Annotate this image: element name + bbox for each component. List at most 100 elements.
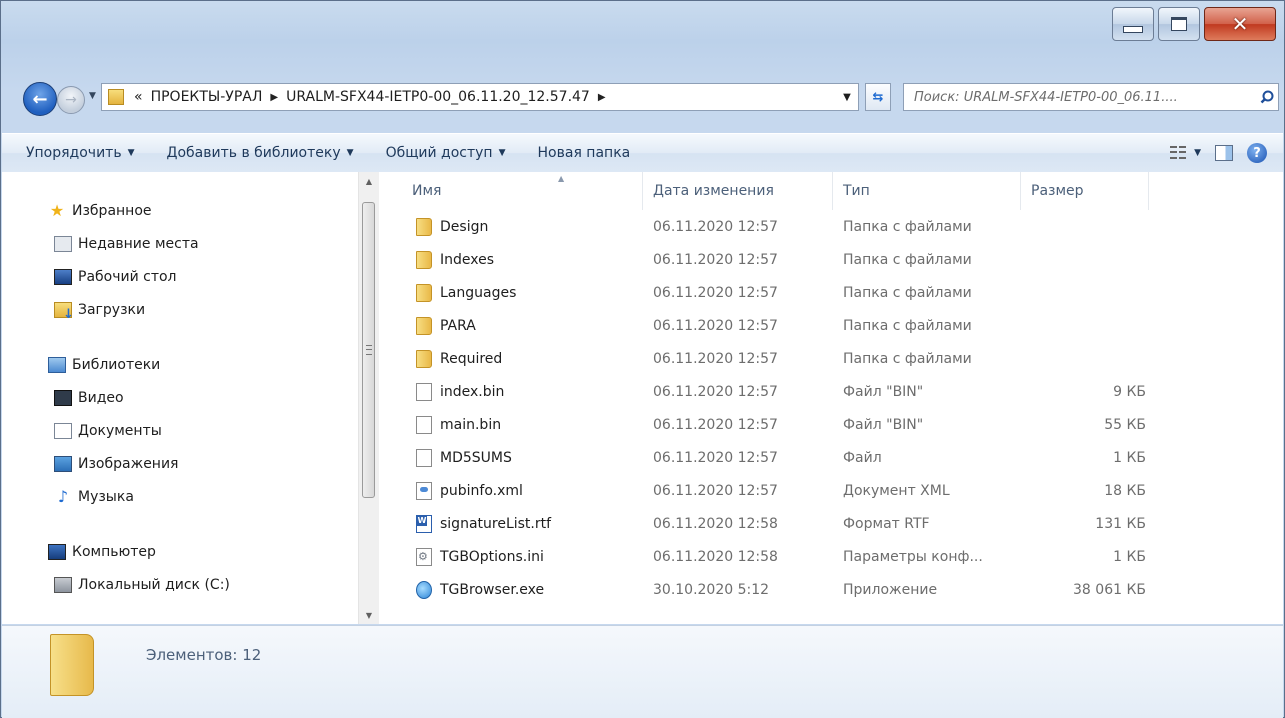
refresh-button[interactable]: ⇆ [865, 83, 891, 111]
navigation-pane: ★ Избранное Недавние места Рабочий стол З… [2, 172, 358, 624]
nav-recent-places[interactable]: Недавние места [2, 227, 358, 260]
file-type: Папка с файлами [843, 350, 972, 367]
star-icon: ★ [49, 201, 65, 220]
file-name: Languages [440, 284, 517, 301]
nav-desktop[interactable]: Рабочий стол [2, 260, 358, 293]
nav-documents[interactable]: Документы [2, 414, 358, 447]
file-type: Папка с файлами [843, 284, 972, 301]
file-name: pubinfo.xml [440, 482, 523, 499]
share-button[interactable]: Общий доступ ▼ [370, 145, 522, 161]
nav-local-disk[interactable]: Локальный диск (C:) [2, 568, 358, 601]
file-type: Документ XML [843, 482, 950, 499]
file-date: 06.11.2020 12:57 [653, 218, 778, 235]
folder-icon [416, 316, 432, 335]
file-name-cell: index.bin [380, 382, 643, 401]
breadcrumb-arrow-icon[interactable]: ▶ [594, 92, 610, 103]
file-icon [416, 448, 432, 467]
nav-label: Музыка [78, 488, 134, 505]
disk-icon [54, 576, 72, 593]
file-row[interactable]: index.bin 06.11.2020 12:57 Файл "BIN" 9 КБ [380, 375, 1283, 408]
file-row[interactable]: main.bin 06.11.2020 12:57 Файл "BIN" 55 КБ [380, 408, 1283, 441]
file-date: 06.11.2020 12:57 [653, 383, 778, 400]
file-name: TGBOptions.ini [440, 548, 544, 565]
minimize-button[interactable] [1112, 7, 1154, 41]
nav-favorites[interactable]: ★ Избранное [2, 194, 358, 227]
file-type: Папка с файлами [843, 251, 972, 268]
maximize-button[interactable] [1158, 7, 1200, 41]
search-input[interactable] [904, 89, 1256, 105]
breadcrumb-arrow-icon[interactable]: ▶ [266, 92, 282, 103]
images-icon [54, 455, 72, 472]
documents-icon [54, 422, 72, 439]
nav-computer[interactable]: Компьютер [2, 535, 358, 568]
new-folder-label: Новая папка [537, 145, 631, 161]
search-icon[interactable] [1256, 86, 1278, 108]
forward-button[interactable]: → [57, 86, 85, 114]
file-name-cell: signatureList.rtf [380, 514, 643, 533]
file-row[interactable]: Design 06.11.2020 12:57 Папка с файлами [380, 210, 1283, 243]
file-name: Design [440, 218, 489, 235]
address-dropdown-button[interactable]: ▼ [835, 92, 858, 103]
scroll-down-icon[interactable]: ▼ [359, 606, 379, 624]
file-name-cell: MD5SUMS [380, 448, 643, 467]
file-row[interactable]: MD5SUMS 06.11.2020 12:57 Файл 1 КБ [380, 441, 1283, 474]
help-icon[interactable]: ? [1247, 143, 1267, 163]
address-bar[interactable]: « ПРОЕКТЫ-УРАЛ ▶ URALM-SFX44-IETP0-00_06… [101, 83, 859, 111]
file-row[interactable]: Languages 06.11.2020 12:57 Папка с файлами [380, 276, 1283, 309]
file-size: 55 КБ [1104, 416, 1146, 433]
file-row[interactable]: Required 06.11.2020 12:57 Папка с файлами [380, 342, 1283, 375]
back-button[interactable]: ← [23, 82, 57, 116]
computer-icon [48, 543, 66, 560]
nav-downloads[interactable]: Загрузки [2, 293, 358, 326]
nav-label: Библиотеки [72, 356, 161, 373]
forward-arrow-icon: → [65, 92, 77, 108]
file-type: Папка с файлами [843, 317, 972, 334]
close-button[interactable]: ✕ [1204, 7, 1276, 41]
file-row[interactable]: TGBOptions.ini 06.11.2020 12:58 Параметры … [380, 540, 1283, 573]
sort-ascending-icon: ▲ [558, 174, 565, 183]
file-row[interactable]: pubinfo.xml 06.11.2020 12:57 Документ XML 1… [380, 474, 1283, 507]
new-folder-button[interactable]: Новая папка [522, 145, 647, 161]
scroll-up-icon[interactable]: ▲ [359, 172, 379, 190]
add-to-library-button[interactable]: Добавить в библиотеку ▼ [151, 145, 370, 161]
file-name-cell: TGBOptions.ini [380, 547, 643, 566]
nav-music[interactable]: ♪ Музыка [2, 480, 358, 513]
nav-label: Компьютер [72, 543, 156, 560]
file-date: 06.11.2020 12:58 [653, 548, 778, 565]
file-row[interactable]: Indexes 06.11.2020 12:57 Папка с файлами [380, 243, 1283, 276]
nav-libraries[interactable]: Библиотеки [2, 348, 358, 381]
organize-button[interactable]: Упорядочить ▼ [2, 145, 151, 161]
column-header-type[interactable]: Тип [833, 172, 1021, 210]
preview-pane-button[interactable] [1215, 145, 1233, 161]
folder-large-icon [50, 634, 94, 696]
breadcrumb-segment[interactable]: ПРОЕКТЫ-УРАЛ [147, 89, 267, 105]
file-row[interactable]: TGBrowser.exe 30.10.2020 5:12 Приложение 38… [380, 573, 1283, 606]
navpane-scrollbar[interactable]: ▲ ▼ [358, 172, 379, 624]
column-header-date[interactable]: Дата изменения [643, 172, 833, 210]
refresh-icon: ⇆ [872, 89, 884, 105]
breadcrumb-segment[interactable]: URALM-SFX44-IETP0-00_06.11.20_12.57.47 [282, 89, 594, 105]
file-row[interactable]: PARA 06.11.2020 12:57 Папка с файлами [380, 309, 1283, 342]
nav-video[interactable]: Видео [2, 381, 358, 414]
file-date: 06.11.2020 12:57 [653, 416, 778, 433]
scrollbar-thumb[interactable] [362, 202, 375, 498]
history-dropdown-button[interactable]: ▼ [89, 91, 96, 101]
nav-images[interactable]: Изображения [2, 447, 358, 480]
file-date: 30.10.2020 5:12 [653, 581, 770, 598]
search-box[interactable] [903, 83, 1279, 111]
nav-label: Локальный диск (C:) [78, 576, 230, 593]
nav-label: Рабочий стол [78, 268, 177, 285]
column-header-name[interactable]: Имя [380, 172, 643, 210]
file-type: Параметры конф... [843, 548, 983, 565]
downloads-icon [54, 301, 74, 322]
address-overflow[interactable]: « [130, 89, 147, 105]
file-row[interactable]: signatureList.rtf 06.11.2020 12:58 Формат … [380, 507, 1283, 540]
file-name: PARA [440, 317, 476, 334]
nav-label: Документы [78, 422, 162, 439]
file-name: main.bin [440, 416, 502, 433]
maximize-icon [1171, 17, 1187, 31]
column-header-size[interactable]: Размер [1021, 172, 1149, 210]
file-name-cell: Indexes [380, 250, 643, 269]
change-view-button[interactable]: ▼ [1170, 146, 1201, 160]
libraries-group: Библиотеки Видео Документы Изображения ♪… [2, 348, 358, 513]
